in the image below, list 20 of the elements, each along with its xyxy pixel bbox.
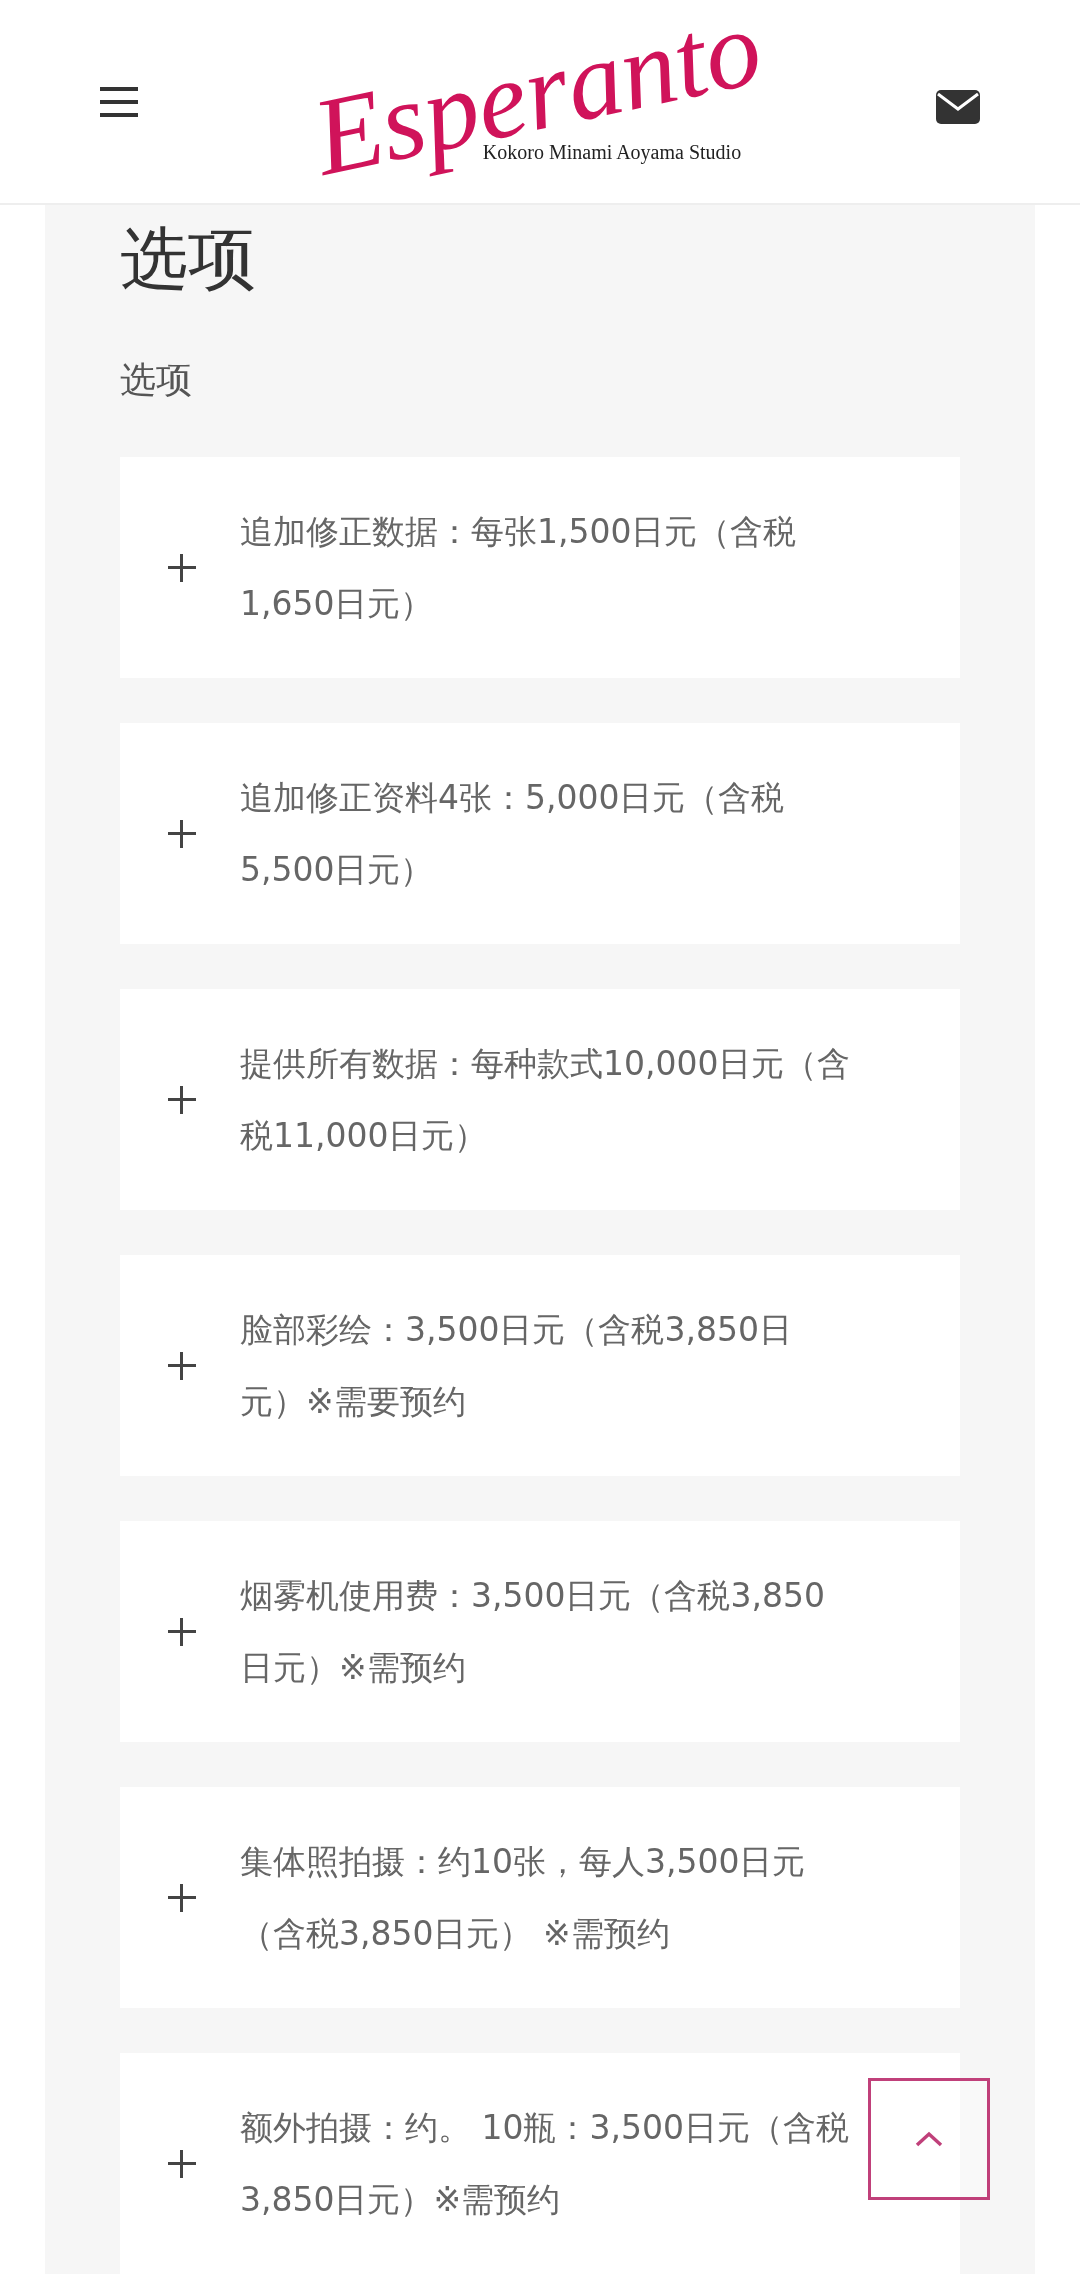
- menu-icon[interactable]: [100, 86, 138, 117]
- option-item[interactable]: 追加修正数据：每张1,500日元（含税1,650日元）: [120, 457, 960, 678]
- option-text: 追加修正资料4张：5,000日元（含税5,500日元）: [240, 776, 786, 891]
- option-text: 集体照拍摄：约10张，每人3,500日元（含税3,850日元） ※需预约: [240, 1840, 807, 1955]
- option-item[interactable]: 额外拍摄：约。 10瓶：3,500日元（含税3,850日元）※需预约: [120, 2053, 960, 2274]
- option-item[interactable]: 脸部彩绘：3,500日元（含税3,850日元）※需要预约: [120, 1255, 960, 1476]
- option-text: 提供所有数据：每种款式10,000日元（含税11,000日元）: [240, 1042, 852, 1157]
- option-text: 烟雾机使用费：3,500日元（含税3,850日元）※需预约: [240, 1574, 826, 1689]
- option-item[interactable]: 追加修正资料4张：5,000日元（含税5,500日元）: [120, 723, 960, 944]
- section-subtitle: 选项: [120, 358, 193, 402]
- option-text: 额外拍摄：约。 10瓶：3,500日元（含税3,850日元）※需预约: [240, 2106, 850, 2221]
- chevron-up-icon: [915, 2131, 943, 2147]
- page-heading: 选项: [120, 225, 257, 293]
- option-text: 追加修正数据：每张1,500日元（含税1,650日元）: [240, 510, 798, 625]
- option-item[interactable]: 烟雾机使用费：3,500日元（含税3,850日元）※需预约: [120, 1521, 960, 1742]
- option-text: 脸部彩绘：3,500日元（含税3,850日元）※需要预约: [240, 1308, 793, 1423]
- mail-icon[interactable]: [936, 89, 980, 124]
- back-to-top-button[interactable]: [868, 2078, 990, 2200]
- option-item[interactable]: 提供所有数据：每种款式10,000日元（含税11,000日元）: [120, 989, 960, 1210]
- option-item[interactable]: 集体照拍摄：约10张，每人3,500日元（含税3,850日元） ※需预约: [120, 1787, 960, 2008]
